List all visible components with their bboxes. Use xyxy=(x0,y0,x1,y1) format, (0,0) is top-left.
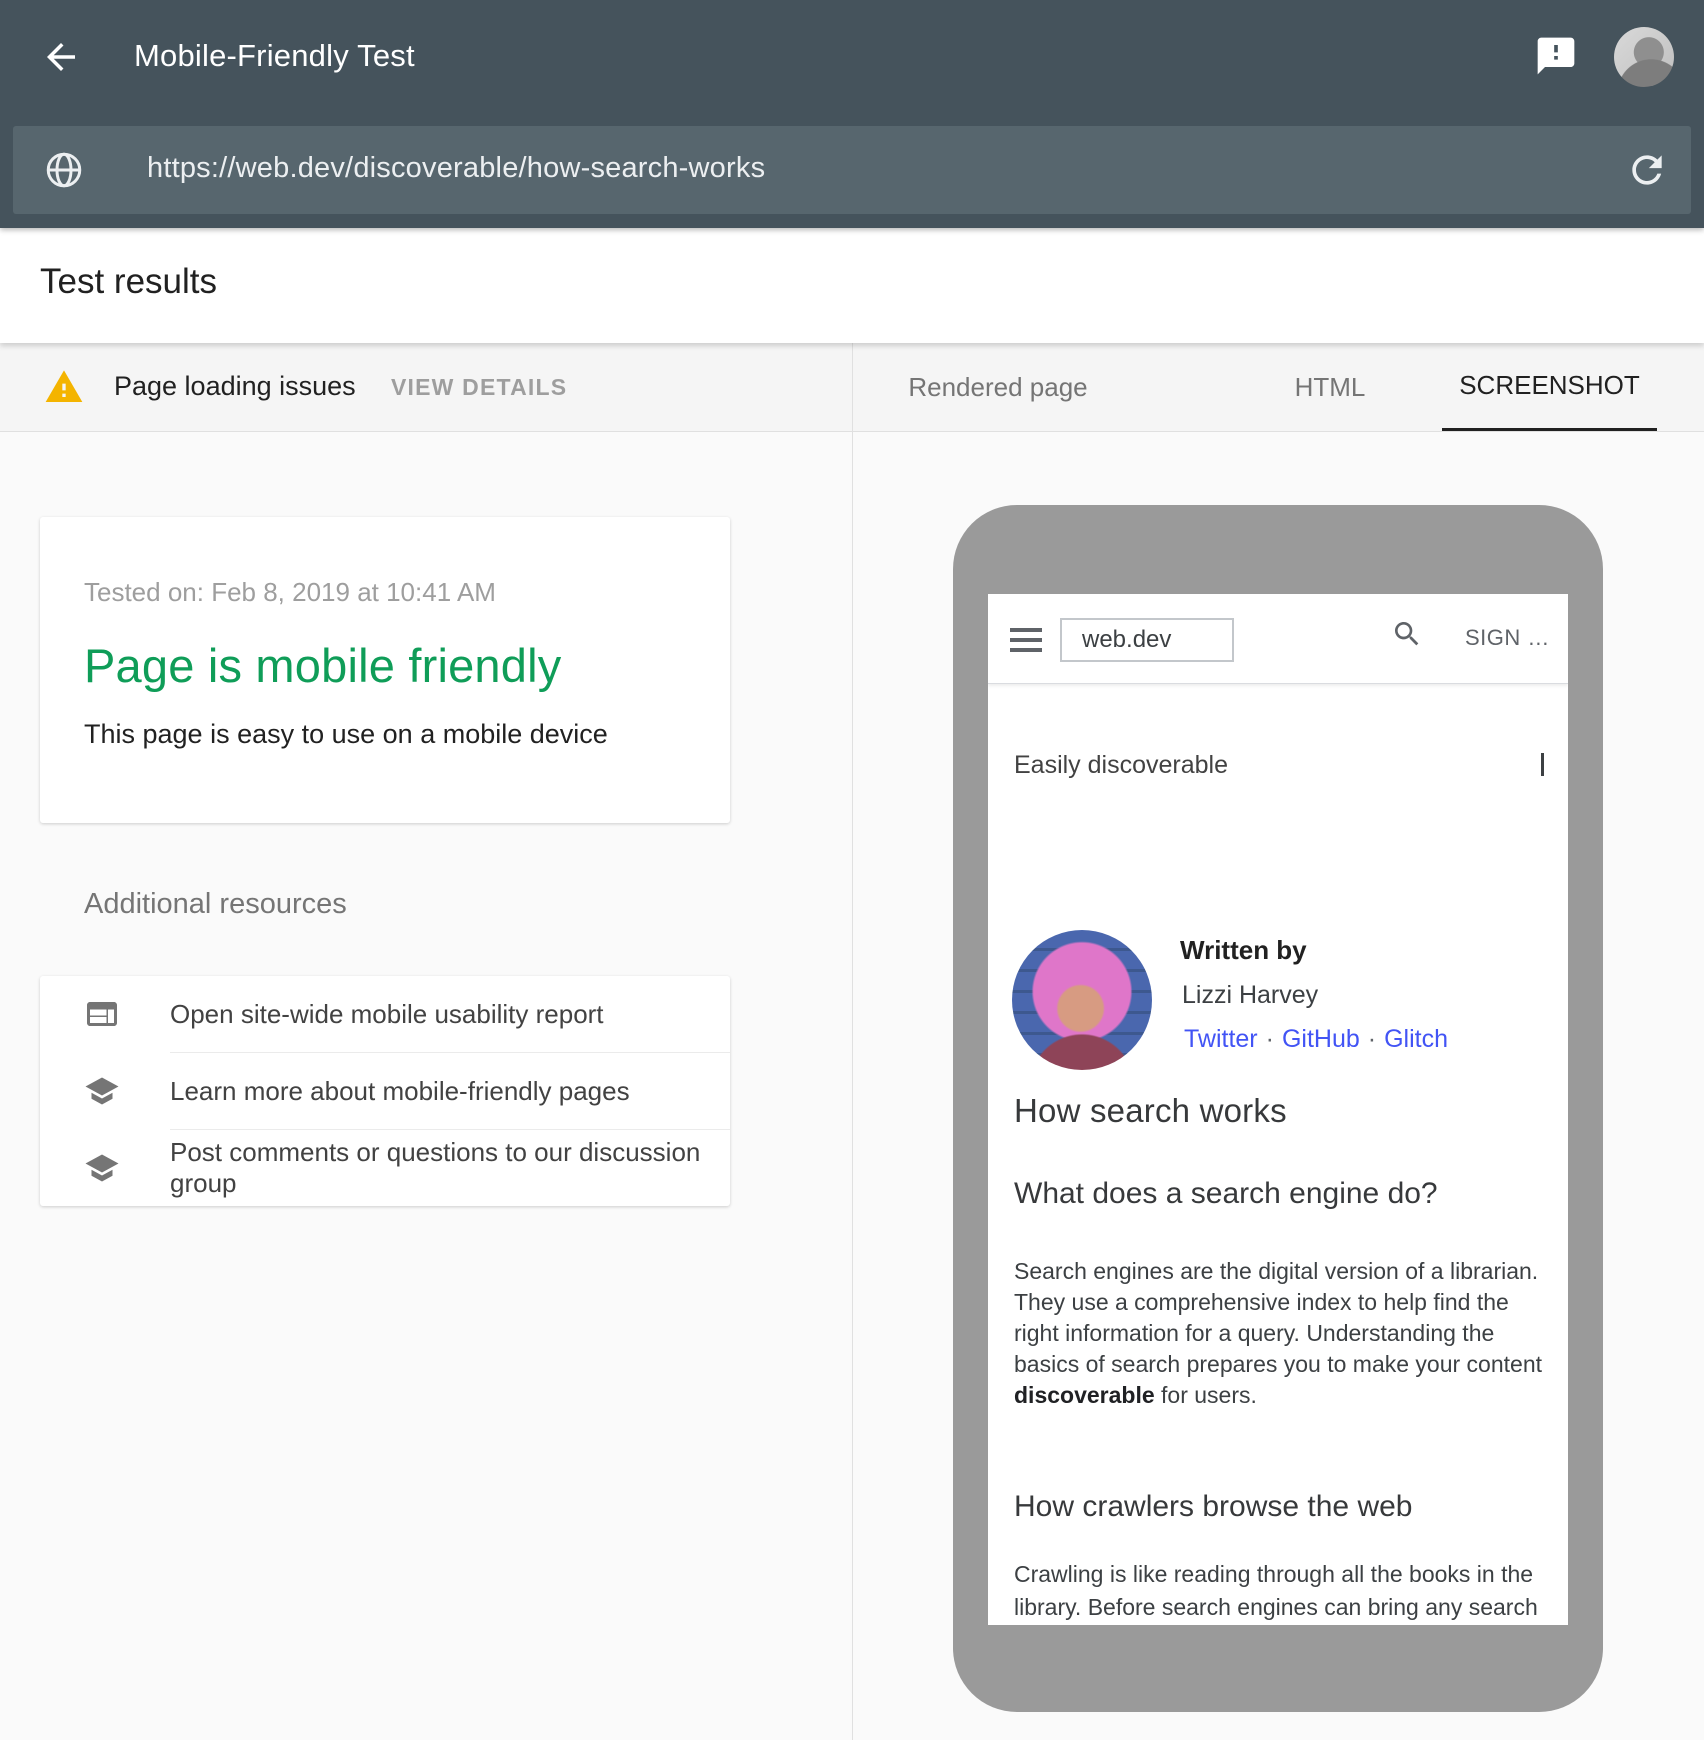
url-text: https://web.dev/discoverable/how-search-… xyxy=(147,152,765,185)
screenshot-page-title: Easily discoverable xyxy=(1014,751,1228,780)
menu-icon xyxy=(1010,628,1042,652)
refresh-button[interactable] xyxy=(1625,148,1669,192)
article-paragraph-2: Crawling is like reading through all the… xyxy=(1014,1558,1550,1624)
verdict-detail: This page is easy to use on a mobile dev… xyxy=(84,719,686,750)
back-arrow-icon xyxy=(40,66,82,81)
tab-screenshot[interactable]: SCREENSHOT xyxy=(1442,343,1657,431)
screenshot-url-box: web.dev xyxy=(1060,618,1234,662)
author-avatar xyxy=(1012,930,1152,1070)
back-button[interactable] xyxy=(40,36,82,78)
screenshot-image: web.dev SIGN … Easily discoverable Writt… xyxy=(988,594,1568,1625)
app-bar: Mobile-Friendly Test xyxy=(0,0,1704,114)
article-paragraph: Search engines are the digital version o… xyxy=(1014,1256,1550,1411)
url-input[interactable]: https://web.dev/discoverable/how-search-… xyxy=(13,126,1691,214)
byline-label: Written by xyxy=(1180,935,1307,966)
user-avatar[interactable] xyxy=(1614,27,1674,87)
web-icon xyxy=(84,996,120,1032)
resources-card: Open site-wide mobile usability report L… xyxy=(40,976,730,1206)
resource-item-learn-more[interactable]: Learn more about mobile-friendly pages xyxy=(40,1053,730,1129)
school-icon xyxy=(84,1073,120,1109)
resource-item-usability-report[interactable]: Open site-wide mobile usability report xyxy=(40,976,730,1052)
search-icon xyxy=(1391,618,1423,650)
byline-links: Twitter·GitHub·Glitch xyxy=(1184,1025,1448,1054)
mobile-friendly-test-app: Mobile-Friendly Test https://web.dev/dis… xyxy=(0,0,1704,1740)
app-title: Mobile-Friendly Test xyxy=(134,38,415,74)
tab-html[interactable]: HTML xyxy=(1265,343,1395,431)
link-separator: · xyxy=(1258,1025,1282,1053)
globe-icon xyxy=(43,149,85,191)
url-bar: https://web.dev/discoverable/how-search-… xyxy=(0,114,1704,228)
results-band: Test results xyxy=(0,228,1704,343)
screenshot-url-text: web.dev xyxy=(1082,626,1171,654)
resource-item-discussion-group[interactable]: Post comments or questions to our discus… xyxy=(40,1130,730,1206)
article-section-heading: What does a search engine do? xyxy=(1014,1177,1438,1211)
result-card: Tested on: Feb 8, 2019 at 10:41 AM Page … xyxy=(40,517,730,823)
screenshot-signin-label: SIGN … xyxy=(1465,625,1550,651)
feedback-button[interactable] xyxy=(1534,34,1578,78)
page-title: Test results xyxy=(40,262,217,302)
byline-author: Lizzi Harvey xyxy=(1182,981,1318,1010)
refresh-icon xyxy=(1625,180,1669,195)
link-twitter: Twitter xyxy=(1184,1025,1258,1053)
warning-label: Page loading issues xyxy=(114,371,356,402)
additional-resources-heading: Additional resources xyxy=(84,888,347,921)
link-glitch: Glitch xyxy=(1384,1025,1448,1053)
screenshot-browser-header: web.dev SIGN … xyxy=(988,594,1568,684)
tested-on-timestamp: Tested on: Feb 8, 2019 at 10:41 AM xyxy=(84,577,686,608)
article-section-heading-2: How crawlers browse the web xyxy=(1014,1490,1412,1524)
clipped-icon xyxy=(1541,753,1544,776)
resource-label: Post comments or questions to our discus… xyxy=(170,1137,730,1199)
panel-divider xyxy=(852,343,853,1740)
warning-icon xyxy=(44,367,84,407)
resource-label: Open site-wide mobile usability report xyxy=(170,999,604,1030)
link-separator: · xyxy=(1360,1025,1384,1053)
feedback-icon xyxy=(1534,66,1578,81)
phone-mockup: web.dev SIGN … Easily discoverable Writt… xyxy=(953,505,1603,1712)
view-details-button[interactable]: VIEW DETAILS xyxy=(391,374,567,401)
school-icon xyxy=(84,1150,120,1186)
article-title: How search works xyxy=(1014,1092,1287,1130)
verdict-text: Page is mobile friendly xyxy=(84,638,686,693)
tab-rendered-page[interactable]: Rendered page xyxy=(898,343,1098,431)
resource-label: Learn more about mobile-friendly pages xyxy=(170,1076,630,1107)
link-github: GitHub xyxy=(1282,1025,1360,1053)
